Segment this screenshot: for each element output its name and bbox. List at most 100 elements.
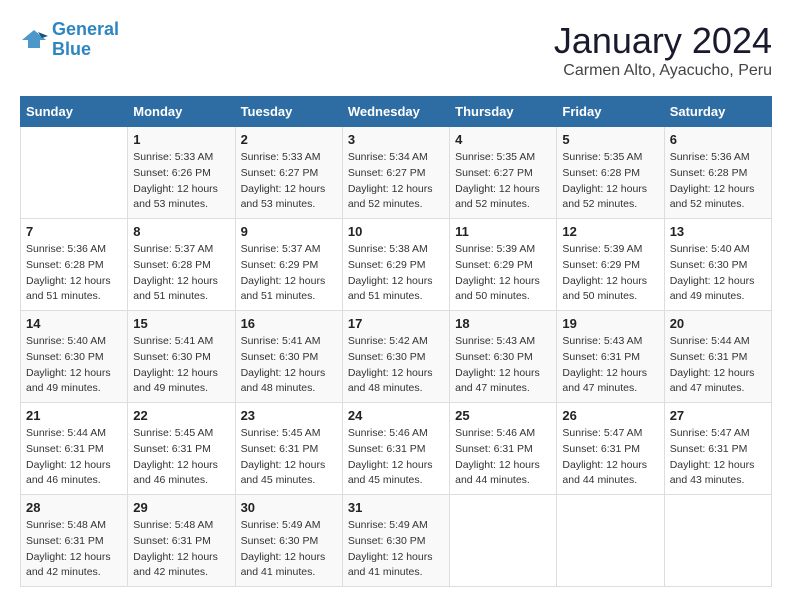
day-info: Sunrise: 5:39 AMSunset: 6:29 PMDaylight:… (455, 242, 551, 305)
day-number: 12 (562, 224, 658, 239)
calendar-cell: 16 Sunrise: 5:41 AMSunset: 6:30 PMDayligh… (235, 311, 342, 403)
calendar-cell: 5 Sunrise: 5:35 AMSunset: 6:28 PMDaylight… (557, 127, 664, 219)
day-number: 17 (348, 316, 444, 331)
day-info: Sunrise: 5:36 AMSunset: 6:28 PMDaylight:… (670, 150, 766, 213)
day-number: 3 (348, 132, 444, 147)
calendar-cell (557, 495, 664, 587)
calendar-cell (21, 127, 128, 219)
day-info: Sunrise: 5:47 AMSunset: 6:31 PMDaylight:… (670, 426, 766, 489)
header-day-saturday: Saturday (664, 97, 771, 127)
day-info: Sunrise: 5:35 AMSunset: 6:27 PMDaylight:… (455, 150, 551, 213)
day-info: Sunrise: 5:36 AMSunset: 6:28 PMDaylight:… (26, 242, 122, 305)
day-number: 24 (348, 408, 444, 423)
calendar-cell: 2 Sunrise: 5:33 AMSunset: 6:27 PMDaylight… (235, 127, 342, 219)
location-title: Carmen Alto, Ayacucho, Peru (554, 62, 772, 80)
day-info: Sunrise: 5:38 AMSunset: 6:29 PMDaylight:… (348, 242, 444, 305)
calendar-cell: 18 Sunrise: 5:43 AMSunset: 6:30 PMDayligh… (450, 311, 557, 403)
day-number: 18 (455, 316, 551, 331)
day-info: Sunrise: 5:45 AMSunset: 6:31 PMDaylight:… (241, 426, 337, 489)
week-row-4: 28 Sunrise: 5:48 AMSunset: 6:31 PMDayligh… (21, 495, 772, 587)
calendar-cell: 7 Sunrise: 5:36 AMSunset: 6:28 PMDaylight… (21, 219, 128, 311)
day-number: 30 (241, 500, 337, 515)
day-number: 28 (26, 500, 122, 515)
header-day-sunday: Sunday (21, 97, 128, 127)
day-info: Sunrise: 5:34 AMSunset: 6:27 PMDaylight:… (348, 150, 444, 213)
day-number: 7 (26, 224, 122, 239)
day-number: 31 (348, 500, 444, 515)
calendar-header-row: SundayMondayTuesdayWednesdayThursdayFrid… (21, 97, 772, 127)
day-number: 9 (241, 224, 337, 239)
calendar-cell: 19Sunrise: 5:43 AMSunset: 6:31 PMDayligh… (557, 311, 664, 403)
calendar-cell: 24 Sunrise: 5:46 AMSunset: 6:31 PMDayligh… (342, 403, 449, 495)
calendar-cell: 17Sunrise: 5:42 AMSunset: 6:30 PMDayligh… (342, 311, 449, 403)
calendar-cell: 3 Sunrise: 5:34 AMSunset: 6:27 PMDaylight… (342, 127, 449, 219)
calendar-cell (664, 495, 771, 587)
logo-icon (20, 26, 48, 54)
calendar-cell: 12 Sunrise: 5:39 AMSunset: 6:29 PMDayligh… (557, 219, 664, 311)
day-number: 25 (455, 408, 551, 423)
day-info: Sunrise: 5:47 AMSunset: 6:31 PMDaylight:… (562, 426, 658, 489)
day-number: 21 (26, 408, 122, 423)
day-info: Sunrise: 5:49 AMSunset: 6:30 PMDaylight:… (241, 518, 337, 581)
calendar-cell: 6 Sunrise: 5:36 AMSunset: 6:28 PMDaylight… (664, 127, 771, 219)
calendar-cell: 31 Sunrise: 5:49 AMSunset: 6:30 PMDayligh… (342, 495, 449, 587)
day-info: Sunrise: 5:40 AMSunset: 6:30 PMDaylight:… (26, 334, 122, 397)
calendar-cell: 25 Sunrise: 5:46 AMSunset: 6:31 PMDayligh… (450, 403, 557, 495)
day-info: Sunrise: 5:33 AMSunset: 6:26 PMDaylight:… (133, 150, 229, 213)
day-info: Sunrise: 5:45 AMSunset: 6:31 PMDaylight:… (133, 426, 229, 489)
calendar-cell: 13Sunrise: 5:40 AMSunset: 6:30 PMDayligh… (664, 219, 771, 311)
calendar-cell: 15 Sunrise: 5:41 AMSunset: 6:30 PMDayligh… (128, 311, 235, 403)
day-info: Sunrise: 5:39 AMSunset: 6:29 PMDaylight:… (562, 242, 658, 305)
week-row-3: 21 Sunrise: 5:44 AMSunset: 6:31 PMDayligh… (21, 403, 772, 495)
day-number: 11 (455, 224, 551, 239)
day-number: 1 (133, 132, 229, 147)
day-number: 6 (670, 132, 766, 147)
day-info: Sunrise: 5:46 AMSunset: 6:31 PMDaylight:… (348, 426, 444, 489)
calendar-cell: 21 Sunrise: 5:44 AMSunset: 6:31 PMDayligh… (21, 403, 128, 495)
day-info: Sunrise: 5:37 AMSunset: 6:28 PMDaylight:… (133, 242, 229, 305)
header-day-tuesday: Tuesday (235, 97, 342, 127)
calendar-cell: 8 Sunrise: 5:37 AMSunset: 6:28 PMDaylight… (128, 219, 235, 311)
calendar-cell: 10 Sunrise: 5:38 AMSunset: 6:29 PMDayligh… (342, 219, 449, 311)
day-info: Sunrise: 5:43 AMSunset: 6:30 PMDaylight:… (455, 334, 551, 397)
day-number: 8 (133, 224, 229, 239)
header-day-friday: Friday (557, 97, 664, 127)
day-info: Sunrise: 5:46 AMSunset: 6:31 PMDaylight:… (455, 426, 551, 489)
calendar-cell (450, 495, 557, 587)
calendar-cell: 20Sunrise: 5:44 AMSunset: 6:31 PMDayligh… (664, 311, 771, 403)
day-info: Sunrise: 5:48 AMSunset: 6:31 PMDaylight:… (26, 518, 122, 581)
week-row-1: 7 Sunrise: 5:36 AMSunset: 6:28 PMDaylight… (21, 219, 772, 311)
day-number: 27 (670, 408, 766, 423)
day-number: 16 (241, 316, 337, 331)
title-area: January 2024 Carmen Alto, Ayacucho, Peru (554, 20, 772, 80)
day-number: 2 (241, 132, 337, 147)
day-number: 23 (241, 408, 337, 423)
header-day-thursday: Thursday (450, 97, 557, 127)
calendar-table: SundayMondayTuesdayWednesdayThursdayFrid… (20, 96, 772, 587)
day-info: Sunrise: 5:37 AMSunset: 6:29 PMDaylight:… (241, 242, 337, 305)
day-info: Sunrise: 5:49 AMSunset: 6:30 PMDaylight:… (348, 518, 444, 581)
day-info: Sunrise: 5:44 AMSunset: 6:31 PMDaylight:… (670, 334, 766, 397)
day-info: Sunrise: 5:35 AMSunset: 6:28 PMDaylight:… (562, 150, 658, 213)
day-info: Sunrise: 5:41 AMSunset: 6:30 PMDaylight:… (241, 334, 337, 397)
day-number: 26 (562, 408, 658, 423)
day-info: Sunrise: 5:44 AMSunset: 6:31 PMDaylight:… (26, 426, 122, 489)
calendar-cell: 26 Sunrise: 5:47 AMSunset: 6:31 PMDayligh… (557, 403, 664, 495)
calendar-cell: 29Sunrise: 5:48 AMSunset: 6:31 PMDayligh… (128, 495, 235, 587)
calendar-cell: 11 Sunrise: 5:39 AMSunset: 6:29 PMDayligh… (450, 219, 557, 311)
header-day-monday: Monday (128, 97, 235, 127)
day-number: 22 (133, 408, 229, 423)
day-info: Sunrise: 5:41 AMSunset: 6:30 PMDaylight:… (133, 334, 229, 397)
day-info: Sunrise: 5:40 AMSunset: 6:30 PMDaylight:… (670, 242, 766, 305)
day-number: 15 (133, 316, 229, 331)
day-number: 29 (133, 500, 229, 515)
logo: GeneralBlue (20, 20, 119, 60)
calendar-cell: 30 Sunrise: 5:49 AMSunset: 6:30 PMDayligh… (235, 495, 342, 587)
day-number: 5 (562, 132, 658, 147)
day-info: Sunrise: 5:33 AMSunset: 6:27 PMDaylight:… (241, 150, 337, 213)
week-row-0: 1 Sunrise: 5:33 AMSunset: 6:26 PMDaylight… (21, 127, 772, 219)
header-day-wednesday: Wednesday (342, 97, 449, 127)
day-number: 10 (348, 224, 444, 239)
calendar-cell: 14Sunrise: 5:40 AMSunset: 6:30 PMDayligh… (21, 311, 128, 403)
day-info: Sunrise: 5:43 AMSunset: 6:31 PMDaylight:… (562, 334, 658, 397)
